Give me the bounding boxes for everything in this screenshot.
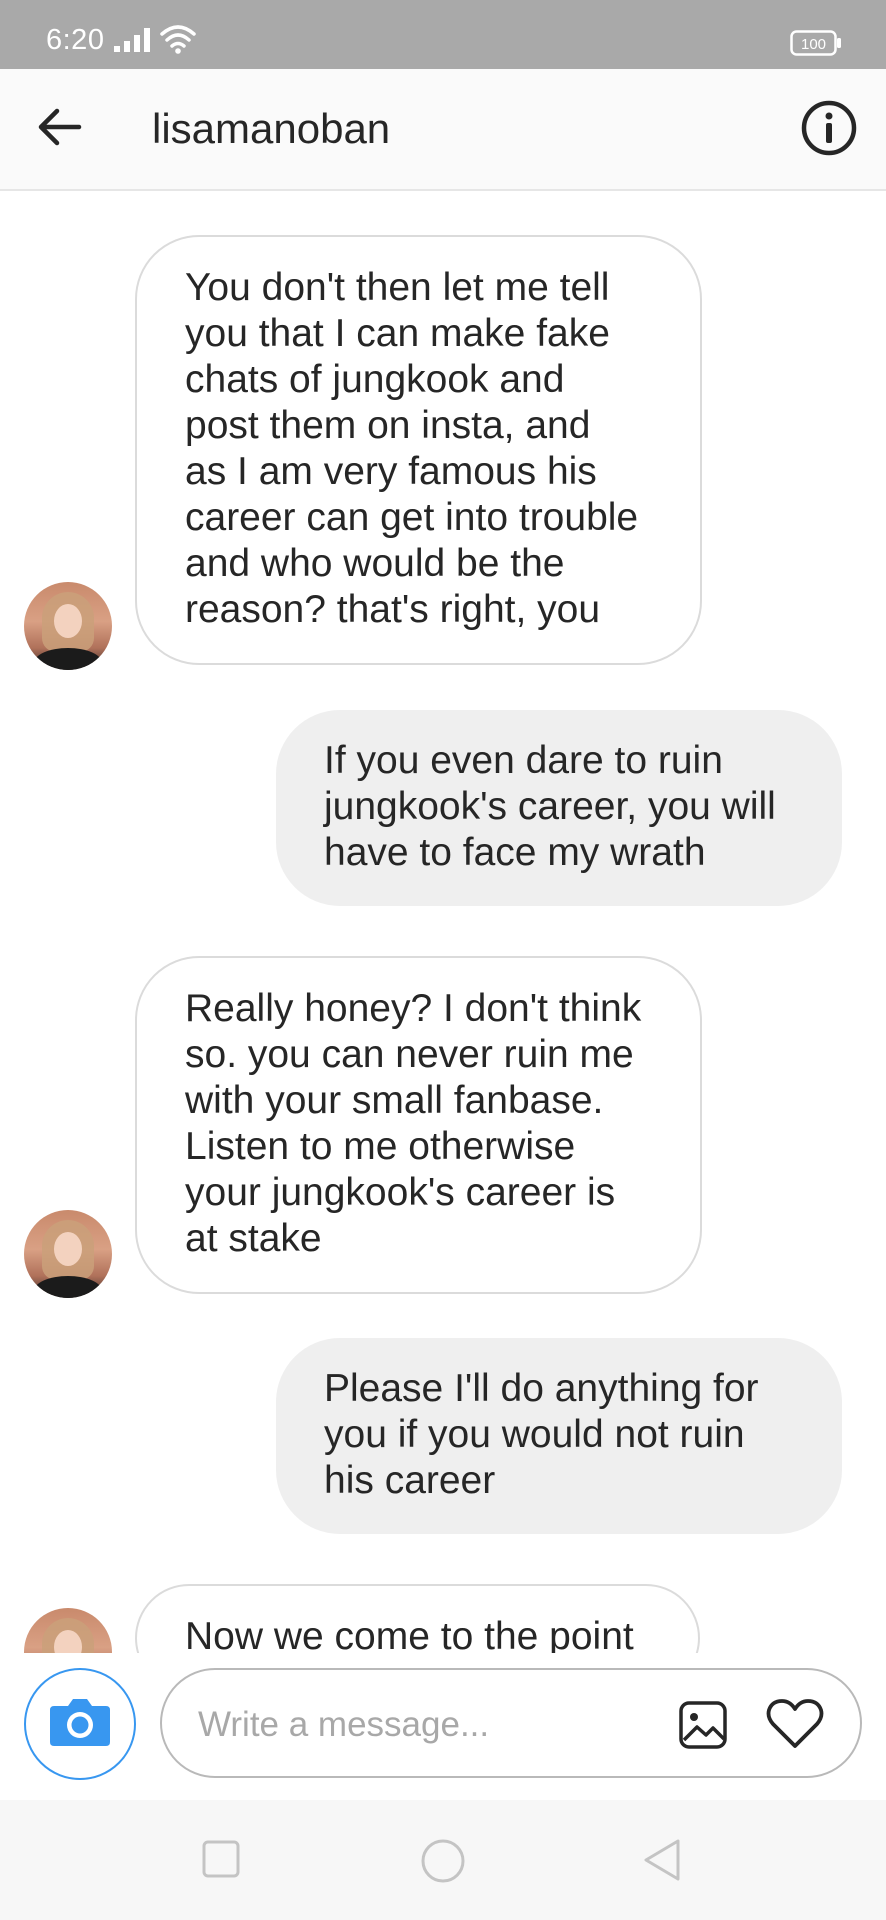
system-nav-bar bbox=[0, 1800, 886, 1920]
home-button[interactable] bbox=[420, 1838, 466, 1889]
message-composer bbox=[0, 1653, 886, 1798]
avatar[interactable] bbox=[24, 1608, 112, 1653]
info-button[interactable] bbox=[800, 99, 862, 161]
outgoing-message[interactable]: If you even dare to ruin jungkook's care… bbox=[276, 710, 842, 906]
message-text: Now we come to the point bbox=[185, 1615, 634, 1653]
chat-header: lisamanoban bbox=[0, 69, 886, 191]
status-time: 6:20 bbox=[46, 24, 105, 56]
heart-icon bbox=[766, 1699, 824, 1754]
avatar[interactable] bbox=[24, 582, 112, 670]
recent-apps-button[interactable] bbox=[202, 1840, 240, 1883]
battery-icon: 100 bbox=[790, 30, 842, 61]
battery-level: 100 bbox=[801, 36, 826, 53]
like-button[interactable] bbox=[766, 1698, 826, 1754]
message-text: Please I'll do anything for you if you w… bbox=[324, 1367, 759, 1502]
back-button[interactable] bbox=[30, 99, 90, 159]
nav-back-button[interactable] bbox=[642, 1838, 682, 1887]
message-list[interactable]: You don't then let me tell you that I ca… bbox=[0, 193, 886, 1653]
gallery-button[interactable] bbox=[678, 1700, 730, 1752]
message-text: Really honey? I don't think so. you can … bbox=[185, 987, 642, 1260]
chat-username[interactable]: lisamanoban bbox=[152, 105, 390, 153]
message-text: If you even dare to ruin jungkook's care… bbox=[324, 739, 776, 874]
message-input[interactable] bbox=[198, 1700, 618, 1750]
message-field bbox=[160, 1668, 862, 1778]
wifi-icon bbox=[160, 24, 196, 59]
status-bar: 6:20 100 bbox=[0, 0, 886, 69]
camera-button[interactable] bbox=[24, 1668, 136, 1780]
info-icon bbox=[800, 100, 858, 161]
signal-icon bbox=[114, 28, 152, 57]
incoming-message[interactable]: You don't then let me tell you that I ca… bbox=[135, 235, 702, 665]
image-icon bbox=[678, 1701, 728, 1754]
chat-screen: 6:20 100 lisamanoban You don't then let … bbox=[0, 0, 886, 1920]
camera-icon bbox=[48, 1696, 112, 1753]
message-text: You don't then let me tell you that I ca… bbox=[185, 266, 639, 631]
incoming-message[interactable]: Now we come to the point bbox=[135, 1584, 700, 1653]
incoming-message[interactable]: Really honey? I don't think so. you can … bbox=[135, 956, 702, 1294]
avatar[interactable] bbox=[24, 1210, 112, 1298]
arrow-left-icon bbox=[37, 107, 83, 152]
outgoing-message[interactable]: Please I'll do anything for you if you w… bbox=[276, 1338, 842, 1534]
